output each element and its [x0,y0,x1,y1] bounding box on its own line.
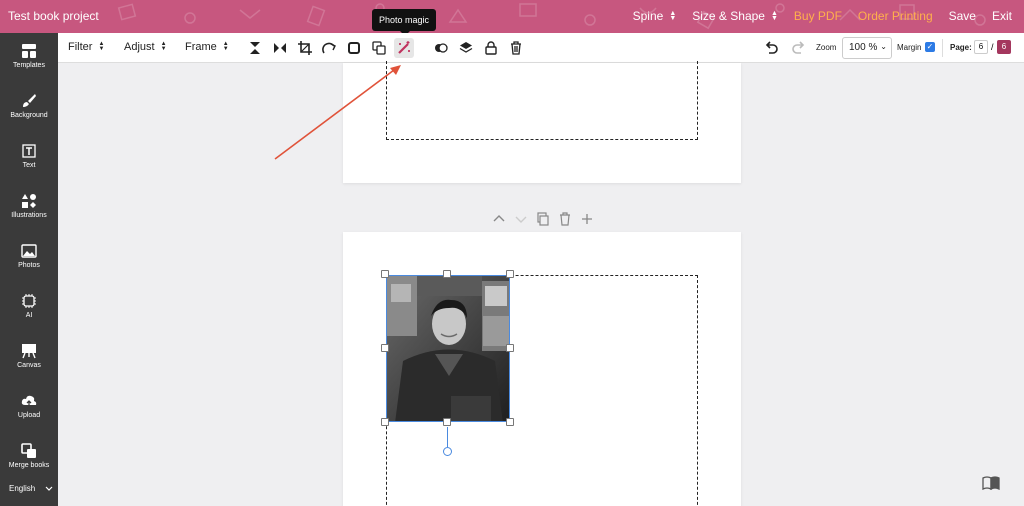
annotation-arrow [274,65,401,160]
book-view-icon[interactable] [982,476,1000,490]
